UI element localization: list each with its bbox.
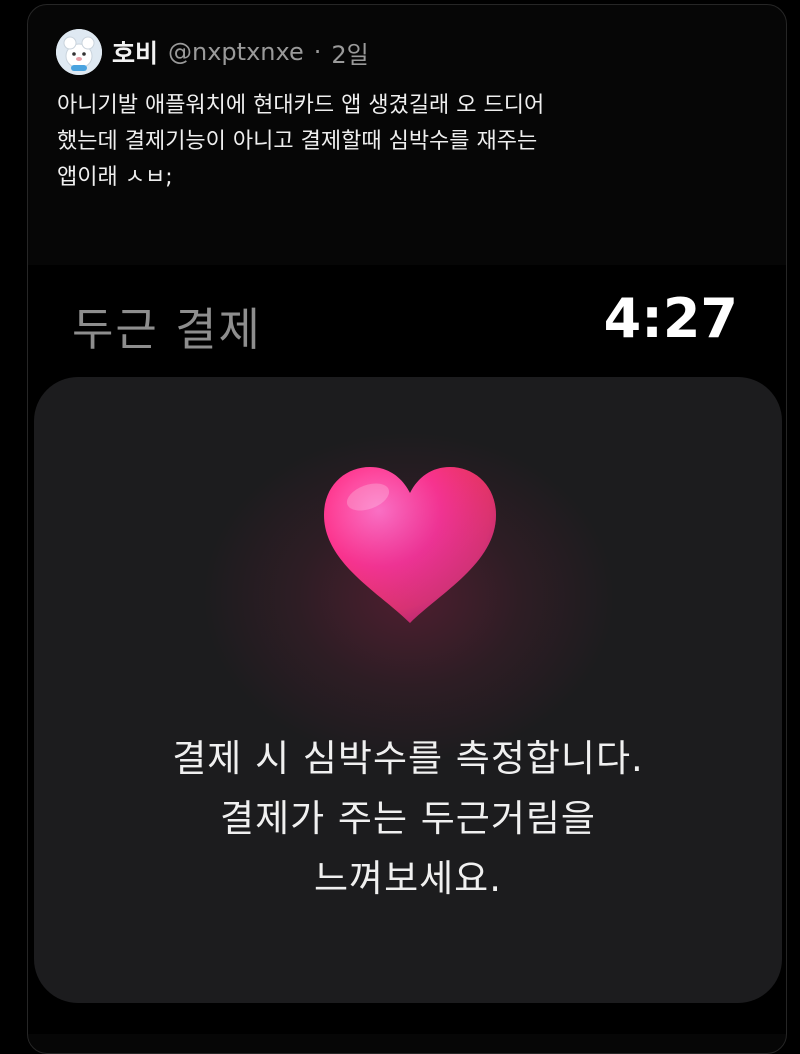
- watch-clock: 4:27: [603, 287, 738, 350]
- avatar-character-icon: [56, 29, 102, 75]
- tweet-header: 호비 @nxptxnxe · 2일: [112, 30, 369, 74]
- watch-message: 결제 시 심박수를 측정합니다. 결제가 주는 두근거림을 느껴보세요.: [34, 729, 782, 909]
- watch-panel: 결제 시 심박수를 측정합니다. 결제가 주는 두근거림을 느껴보세요.: [34, 377, 782, 1003]
- tweet-text-line: 아니기발 애플워치에 현대카드 앱 생겼길래 오 드디어: [57, 93, 545, 118]
- tweet-text: 아니기발 애플워치에 현대카드 앱 생겼길래 오 드디어 했는데 결제기능이 아…: [57, 88, 757, 196]
- user-handle[interactable]: @nxptxnxe: [168, 38, 304, 66]
- tweet-media-image[interactable]: 두근 결제 4:27 결제 시 심박수를 측정합니다. 결제가 주는 두근거림을…: [28, 265, 786, 1034]
- separator-dot: ·: [313, 38, 322, 66]
- heart-icon: [324, 467, 496, 623]
- message-line: 결제 시 심박수를 측정합니다.: [172, 737, 644, 780]
- message-line: 느껴보세요.: [314, 857, 502, 900]
- display-name[interactable]: 호비: [112, 34, 158, 70]
- timestamp[interactable]: 2일: [331, 35, 368, 70]
- message-line: 결제가 주는 두근거림을: [220, 797, 596, 840]
- avatar[interactable]: [56, 29, 102, 75]
- tweet-text-line: 앱이래 ㅅㅂ;: [57, 165, 173, 190]
- tweet-text-line: 했는데 결제기능이 아니고 결제할때 심박수를 재주는: [57, 129, 538, 154]
- watch-app-title: 두근 결제: [72, 303, 262, 356]
